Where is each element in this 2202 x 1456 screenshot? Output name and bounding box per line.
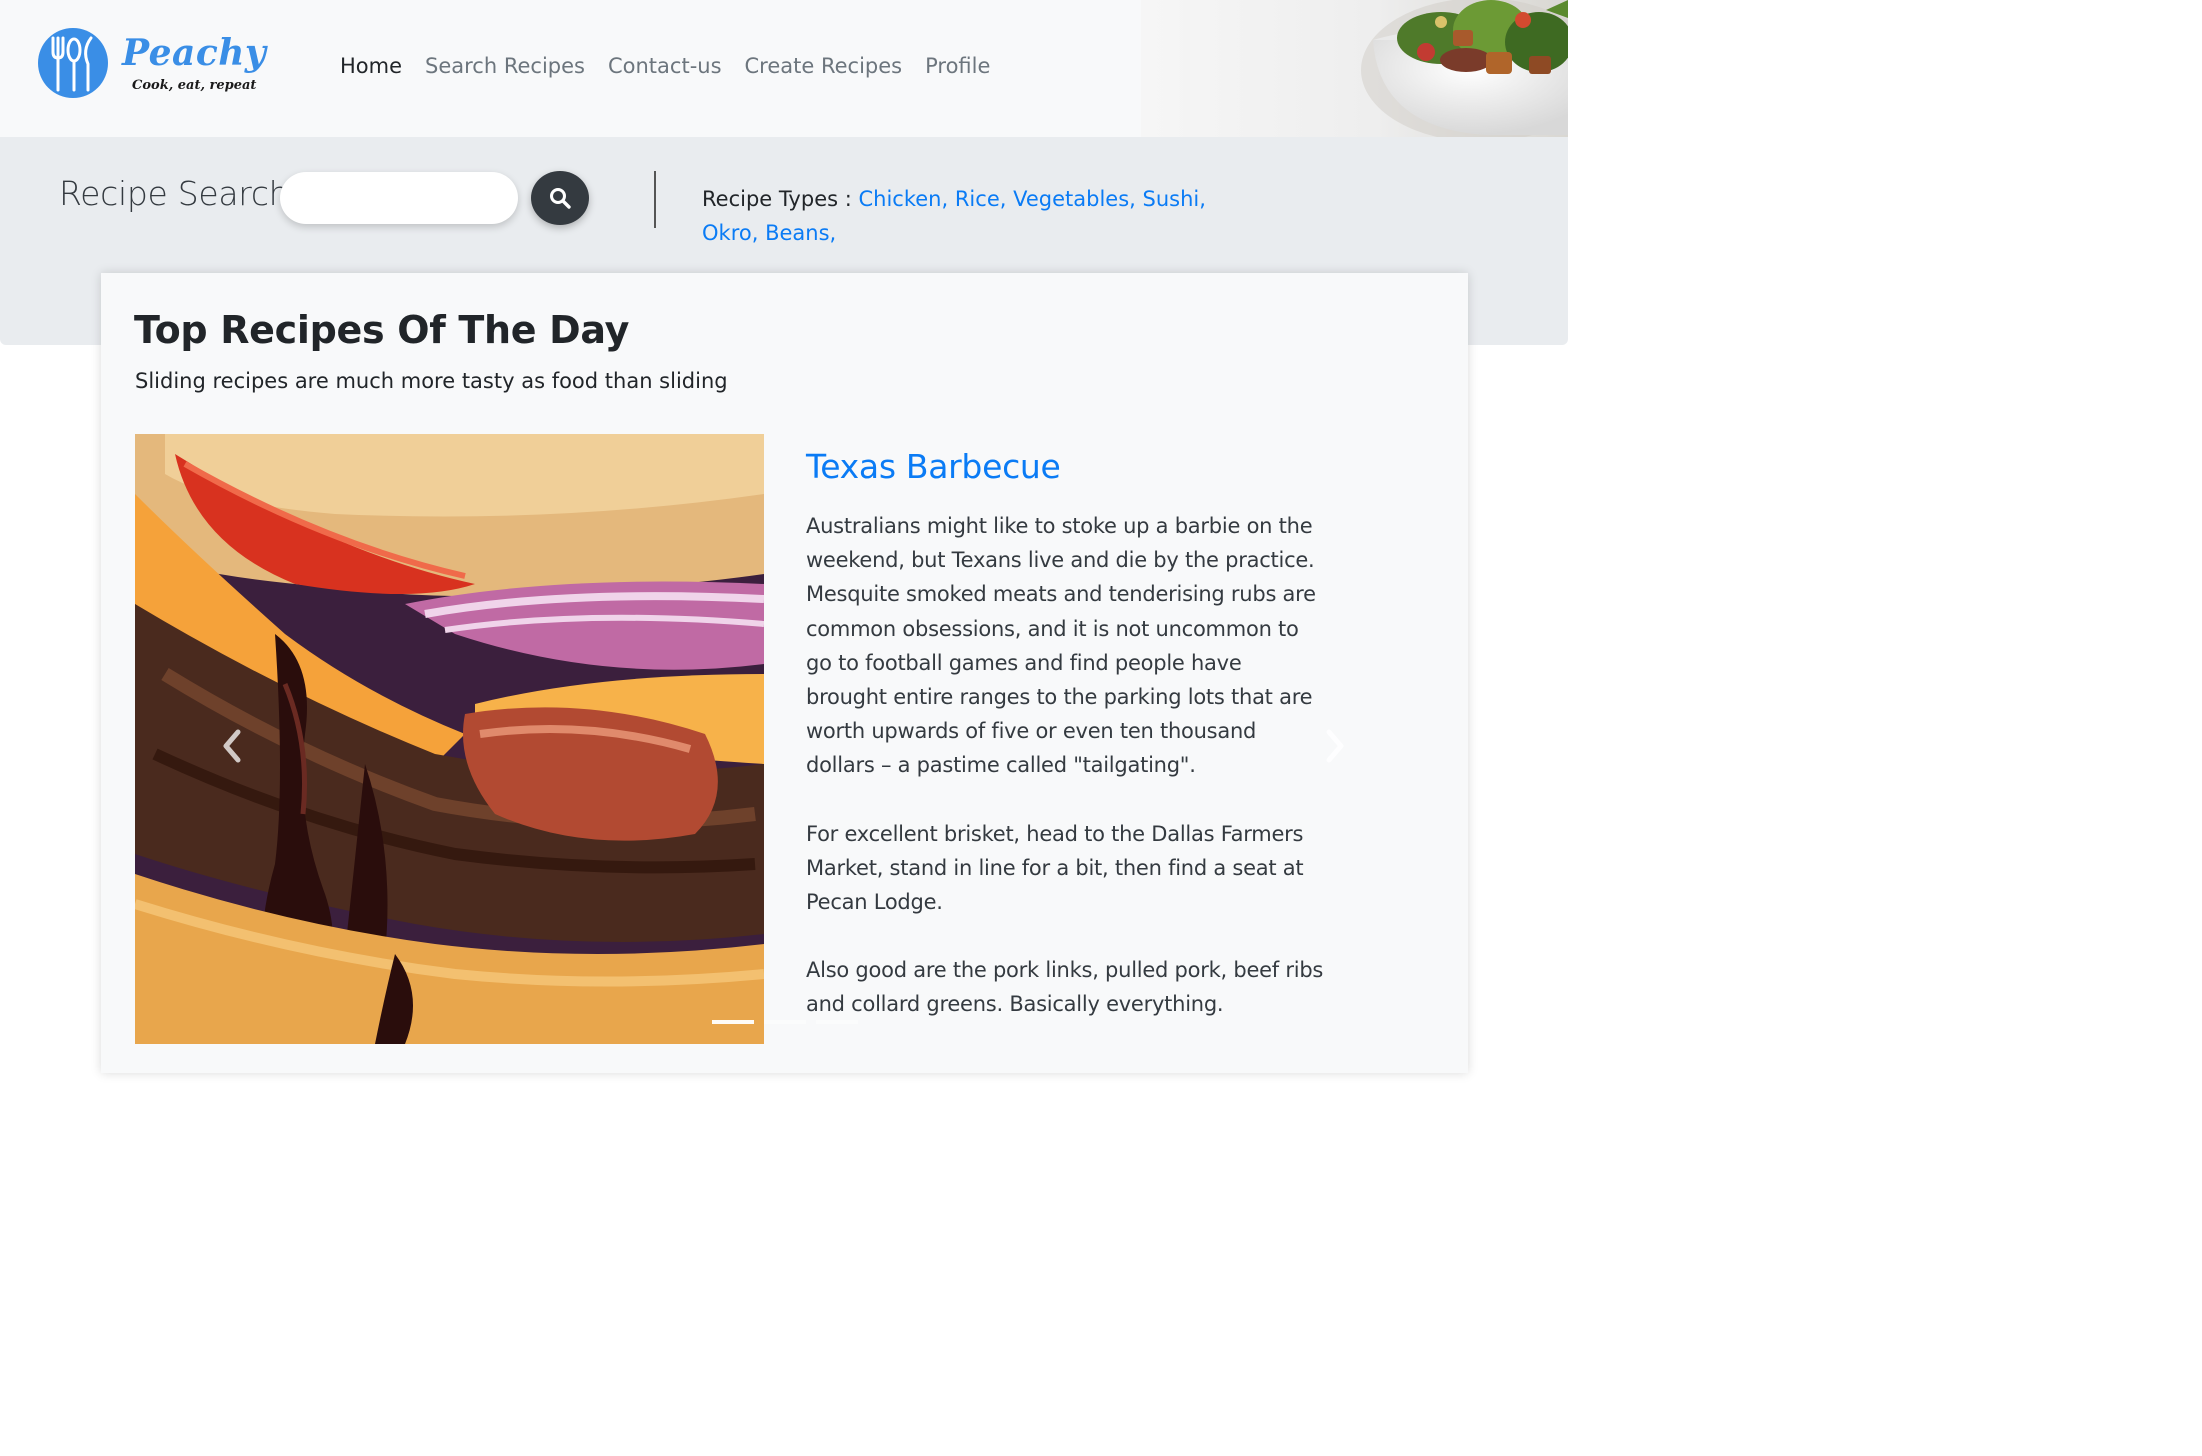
recipe-type-link-vegetables[interactable]: Vegetables, [1013,187,1136,211]
recipe-paragraph: For excellent brisket, head to the Dalla… [806,821,1304,915]
search-input[interactable] [280,172,518,224]
recipe-title[interactable]: Texas Barbecue [806,447,1061,486]
card-subtitle: Sliding recipes are much more tasty as f… [135,369,728,393]
brand-name: Peachy [122,32,267,74]
search-title: Recipe Search [59,174,290,213]
recipe-description: Australians might like to stoke up a bar… [806,509,1326,1056]
logo-utensils-icon [38,28,108,98]
nav-link-home[interactable]: Home [340,54,402,78]
nav-link-create-recipes[interactable]: Create Recipes [745,54,903,78]
recipe-type-link-sushi[interactable]: Sushi, [1143,187,1206,211]
brand-tagline: Cook, eat, repeat [132,78,257,93]
recipe-paragraph: Also good are the pork links, pulled por… [806,958,1324,1017]
carousel-indicator[interactable] [764,1020,806,1024]
carousel-prev-button[interactable] [212,716,252,776]
nav-link-search-recipes[interactable]: Search Recipes [425,54,585,78]
search-divider [654,171,656,228]
chevron-right-icon [1326,729,1344,763]
nav-link-contact-us[interactable]: Contact-us [608,54,722,78]
recipe-type-link-chicken[interactable]: Chicken, [858,187,948,211]
recipe-type-link-beans[interactable]: Beans, [765,221,836,245]
chevron-left-icon [223,729,241,763]
recipe-type-link-rice[interactable]: Rice, [955,187,1007,211]
nav-link-profile[interactable]: Profile [925,54,990,78]
search-icon [550,188,571,209]
main-nav: Home Search Recipes Contact-us Create Re… [340,54,990,78]
site-header: Peachy Cook, eat, repeat Home Search Rec… [0,0,1568,137]
card-title: Top Recipes Of The Day [134,308,630,352]
header-salad-photo [1141,0,1568,137]
carousel-indicator[interactable] [712,1020,754,1024]
recipe-type-link-okro[interactable]: Okro, [702,221,758,245]
brand-logo[interactable]: Peachy Cook, eat, repeat [36,26,276,102]
search-button[interactable] [531,171,589,225]
recipe-types: Recipe Types : Chicken, Rice, Vegetables… [702,182,1262,250]
recipe-types-label: Recipe Types : [702,187,859,211]
recipe-paragraph: Australians might like to stoke up a bar… [806,514,1316,778]
